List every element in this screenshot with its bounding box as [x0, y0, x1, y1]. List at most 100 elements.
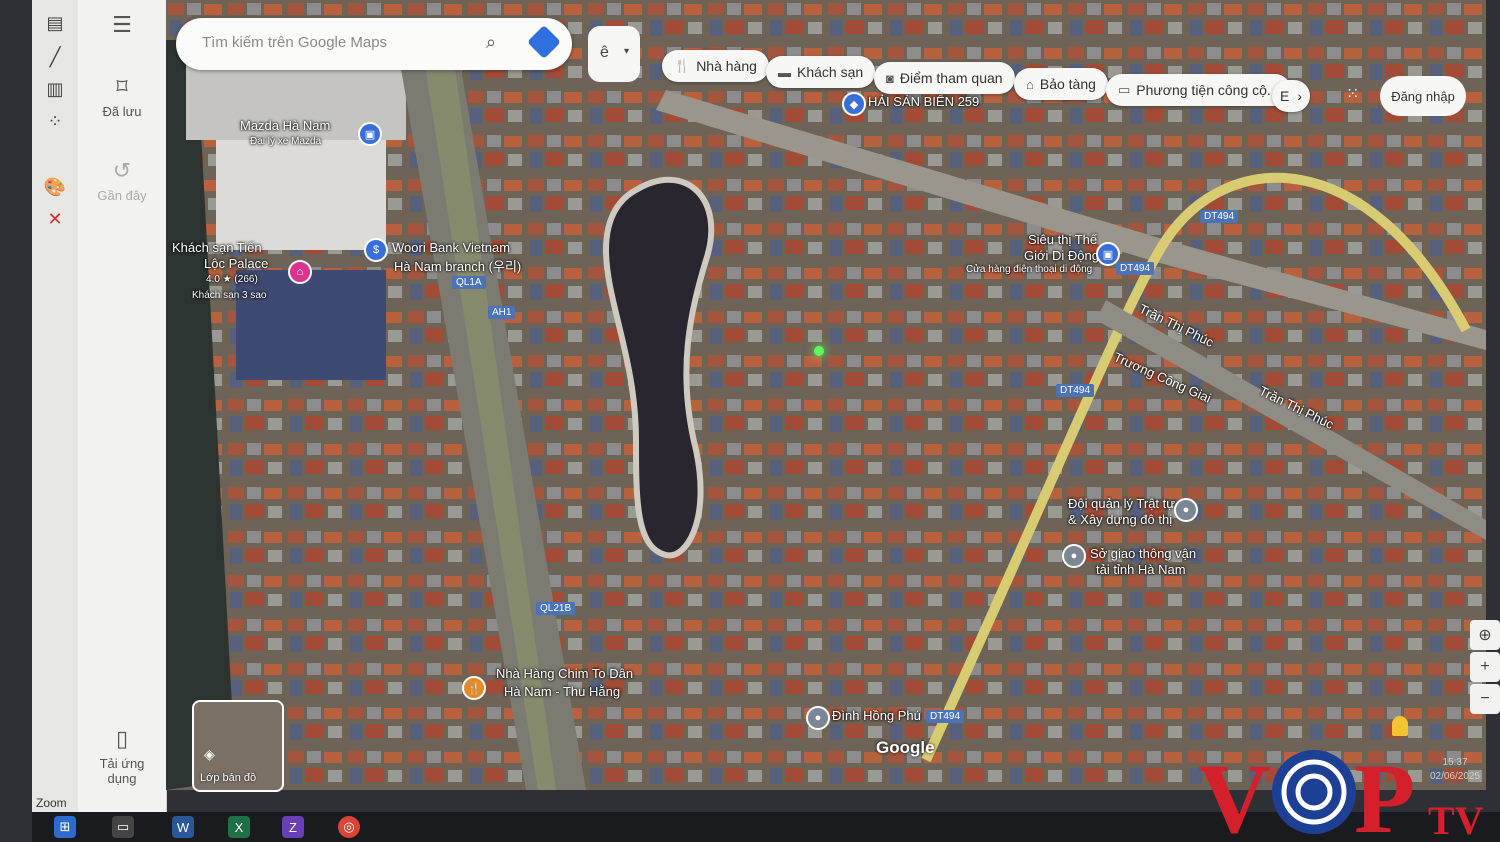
chevron-down-icon: ▾: [624, 46, 630, 57]
search-box[interactable]: Tìm kiếm trên Google Maps ⌕: [176, 18, 572, 70]
word-icon[interactable]: W: [172, 816, 194, 838]
label-nha-hang[interactable]: Nhà Hàng Chim To Dân: [496, 666, 633, 681]
page-icon[interactable]: ▤: [40, 10, 70, 36]
bank-pin-icon[interactable]: $: [364, 238, 388, 262]
my-location-button[interactable]: ⊕: [1470, 620, 1500, 650]
label-mazda-sub: Đại lý xe Mazda: [250, 136, 322, 147]
menu-button[interactable]: ☰: [78, 12, 166, 42]
bus-icon: ▭: [1118, 82, 1131, 97]
chip-hotels[interactable]: ▬ Khách sạn: [766, 56, 876, 88]
logo-tv: TV: [1428, 798, 1484, 840]
lang-value: ê: [600, 44, 609, 61]
label-so-giao-thong-2[interactable]: tải tỉnh Hà Nam: [1096, 562, 1186, 577]
plus-icon: +: [1480, 658, 1490, 675]
label-so-giao-thong[interactable]: Sở giao thông vận: [1090, 546, 1196, 561]
google-logo: Google: [876, 738, 935, 757]
crosshair-icon: ⊕: [1478, 627, 1492, 644]
zoom-in-button[interactable]: +: [1470, 652, 1500, 682]
saved-button[interactable]: ⌑ Đã lưu: [78, 74, 166, 119]
logo-letter-v: V: [1198, 743, 1270, 840]
label-sieuthi-2[interactable]: Giới Di Động: [1024, 248, 1099, 263]
label-hotel-2[interactable]: Lộc Palace: [204, 256, 268, 271]
office-pin-icon[interactable]: ●: [1174, 498, 1198, 522]
menu-icon: ☰: [112, 12, 132, 37]
label-nha-hang-2[interactable]: Hà Nam - Thu Hằng: [504, 684, 620, 699]
pegman-icon[interactable]: [1392, 716, 1408, 736]
fork-knife-icon: 🍴: [674, 58, 691, 73]
chip-transit[interactable]: ▭ Phương tiện công cộ...: [1106, 74, 1291, 106]
recent-label: Gần đây: [97, 188, 147, 203]
apps-label-1: Tải ứng: [99, 756, 145, 771]
factory-roof: [216, 140, 386, 250]
shield-dt494-d: DT494: [926, 710, 965, 723]
label-dinh[interactable]: Đình Hồng Phú: [832, 708, 921, 723]
label-sieuthi[interactable]: Siêu thị Thế: [1028, 232, 1097, 247]
chip-restaurants[interactable]: 🍴 Nhà hàng: [662, 50, 769, 82]
highlighter-icon[interactable]: ▥: [40, 76, 70, 102]
label-hotel-sub: Khách sạn 3 sao: [192, 290, 267, 301]
vov-logo-graphic: V P TV: [1198, 743, 1484, 840]
gov-pin-icon[interactable]: ●: [1062, 544, 1086, 568]
car-dealer-pin-icon[interactable]: ▣: [358, 122, 382, 146]
logo-letter-p: P: [1354, 743, 1415, 840]
pen-icon[interactable]: ╱: [40, 44, 70, 70]
shield-dt494-b: DT494: [1116, 262, 1155, 275]
label-woori[interactable]: Woori Bank Vietnam: [392, 240, 510, 255]
label-doi-quan-ly[interactable]: Đội quản lý Trật tự: [1068, 496, 1175, 511]
zalo-icon[interactable]: Z: [282, 816, 304, 838]
chip-label: Phương tiện công cộ...: [1136, 82, 1279, 98]
food-pin-icon[interactable]: 🍴: [462, 676, 486, 700]
chip-label: Nhà hàng: [696, 58, 757, 74]
recent-button[interactable]: ↺ Gần đây: [78, 158, 166, 203]
excel-icon[interactable]: X: [228, 816, 250, 838]
chip-label: Khách sạn: [797, 64, 864, 80]
screen: ▤ ╱ ▥ ⁘ 🎨 ✕ Zoom ☰ ⌑ Đã lưu ↺ Gần đây ▯ …: [0, 0, 1500, 842]
layers-button[interactable]: ◈ Lớp bản đồ: [192, 700, 284, 792]
zoom-out-button[interactable]: −: [1470, 684, 1500, 714]
restaurant-pin-icon[interactable]: ◆: [842, 92, 866, 116]
shield-ql1a: QL1A: [452, 276, 486, 289]
apps-grid-icon[interactable]: ⁙: [1346, 84, 1359, 104]
satellite-map[interactable]: Mazda Hà Nam Đại lý xe Mazda ▣ Khách sạn…: [166, 0, 1486, 790]
task-view-icon[interactable]: ▭: [112, 816, 134, 838]
label-doi-quan-ly-2[interactable]: & Xây dựng đô thị: [1068, 512, 1172, 527]
zoom-label[interactable]: Zoom: [36, 796, 67, 810]
saved-label: Đã lưu: [102, 104, 142, 119]
vov-tv-watermark: V P TV: [1196, 740, 1496, 840]
minus-icon: −: [1480, 690, 1490, 707]
temple-pin-icon[interactable]: ●: [806, 706, 830, 730]
maps-left-rail: ☰ ⌑ Đã lưu ↺ Gần đây ▯ Tải ứng dụng: [78, 0, 167, 812]
get-app-button[interactable]: ▯ Tải ứng dụng: [78, 726, 166, 786]
chrome-icon[interactable]: ◎: [338, 816, 360, 838]
input-language-select[interactable]: ê ▾: [588, 26, 640, 82]
palette-icon[interactable]: 🎨: [40, 174, 70, 200]
solar-roof: [236, 270, 386, 380]
label-sieuthi-3: Cửa hàng điện thoại di động: [966, 264, 1093, 275]
bed-icon: ▬: [778, 64, 791, 80]
phone-icon: ▯: [115, 726, 129, 751]
chip-label: Điểm tham quan: [899, 70, 1003, 86]
apps-label-2: dụng: [107, 771, 137, 786]
windows-start-icon[interactable]: ⊞: [54, 816, 76, 838]
directions-icon[interactable]: [527, 25, 561, 59]
chip-more[interactable]: E ›: [1272, 80, 1311, 112]
chip-attractions[interactable]: ◙ Điểm tham quan: [874, 62, 1015, 94]
pointer-icon[interactable]: ⁘: [40, 108, 70, 134]
close-x-icon[interactable]: ✕: [40, 206, 70, 232]
hotel-pin-icon[interactable]: ⌂: [288, 260, 312, 284]
museum-icon: ⌂: [1026, 76, 1034, 92]
shield-dt494-c: DT494: [1056, 384, 1095, 397]
shield-dt494-a: DT494: [1200, 210, 1239, 223]
annotation-toolbar: ▤ ╱ ▥ ⁘ 🎨 ✕ Zoom: [32, 0, 79, 812]
search-input[interactable]: Tìm kiếm trên Google Maps: [202, 34, 387, 51]
label-hotel[interactable]: Khách sạn Tiến: [172, 240, 262, 255]
chevron-right-icon: ›: [1297, 88, 1303, 104]
chip-museums[interactable]: ⌂ Bảo tàng: [1014, 68, 1108, 100]
label-mazda[interactable]: Mazda Hà Nam: [240, 118, 330, 133]
label-woori-2[interactable]: Hà Nam branch (우리): [394, 256, 521, 275]
layers-label: Lớp bản đồ: [200, 772, 257, 784]
sign-in-button[interactable]: Đăng nhập: [1380, 76, 1466, 116]
camera-icon: ◙: [886, 70, 894, 86]
search-icon[interactable]: ⌕: [486, 32, 496, 53]
label-haisan[interactable]: HẢI SẢN BIỂN 259: [868, 94, 979, 109]
